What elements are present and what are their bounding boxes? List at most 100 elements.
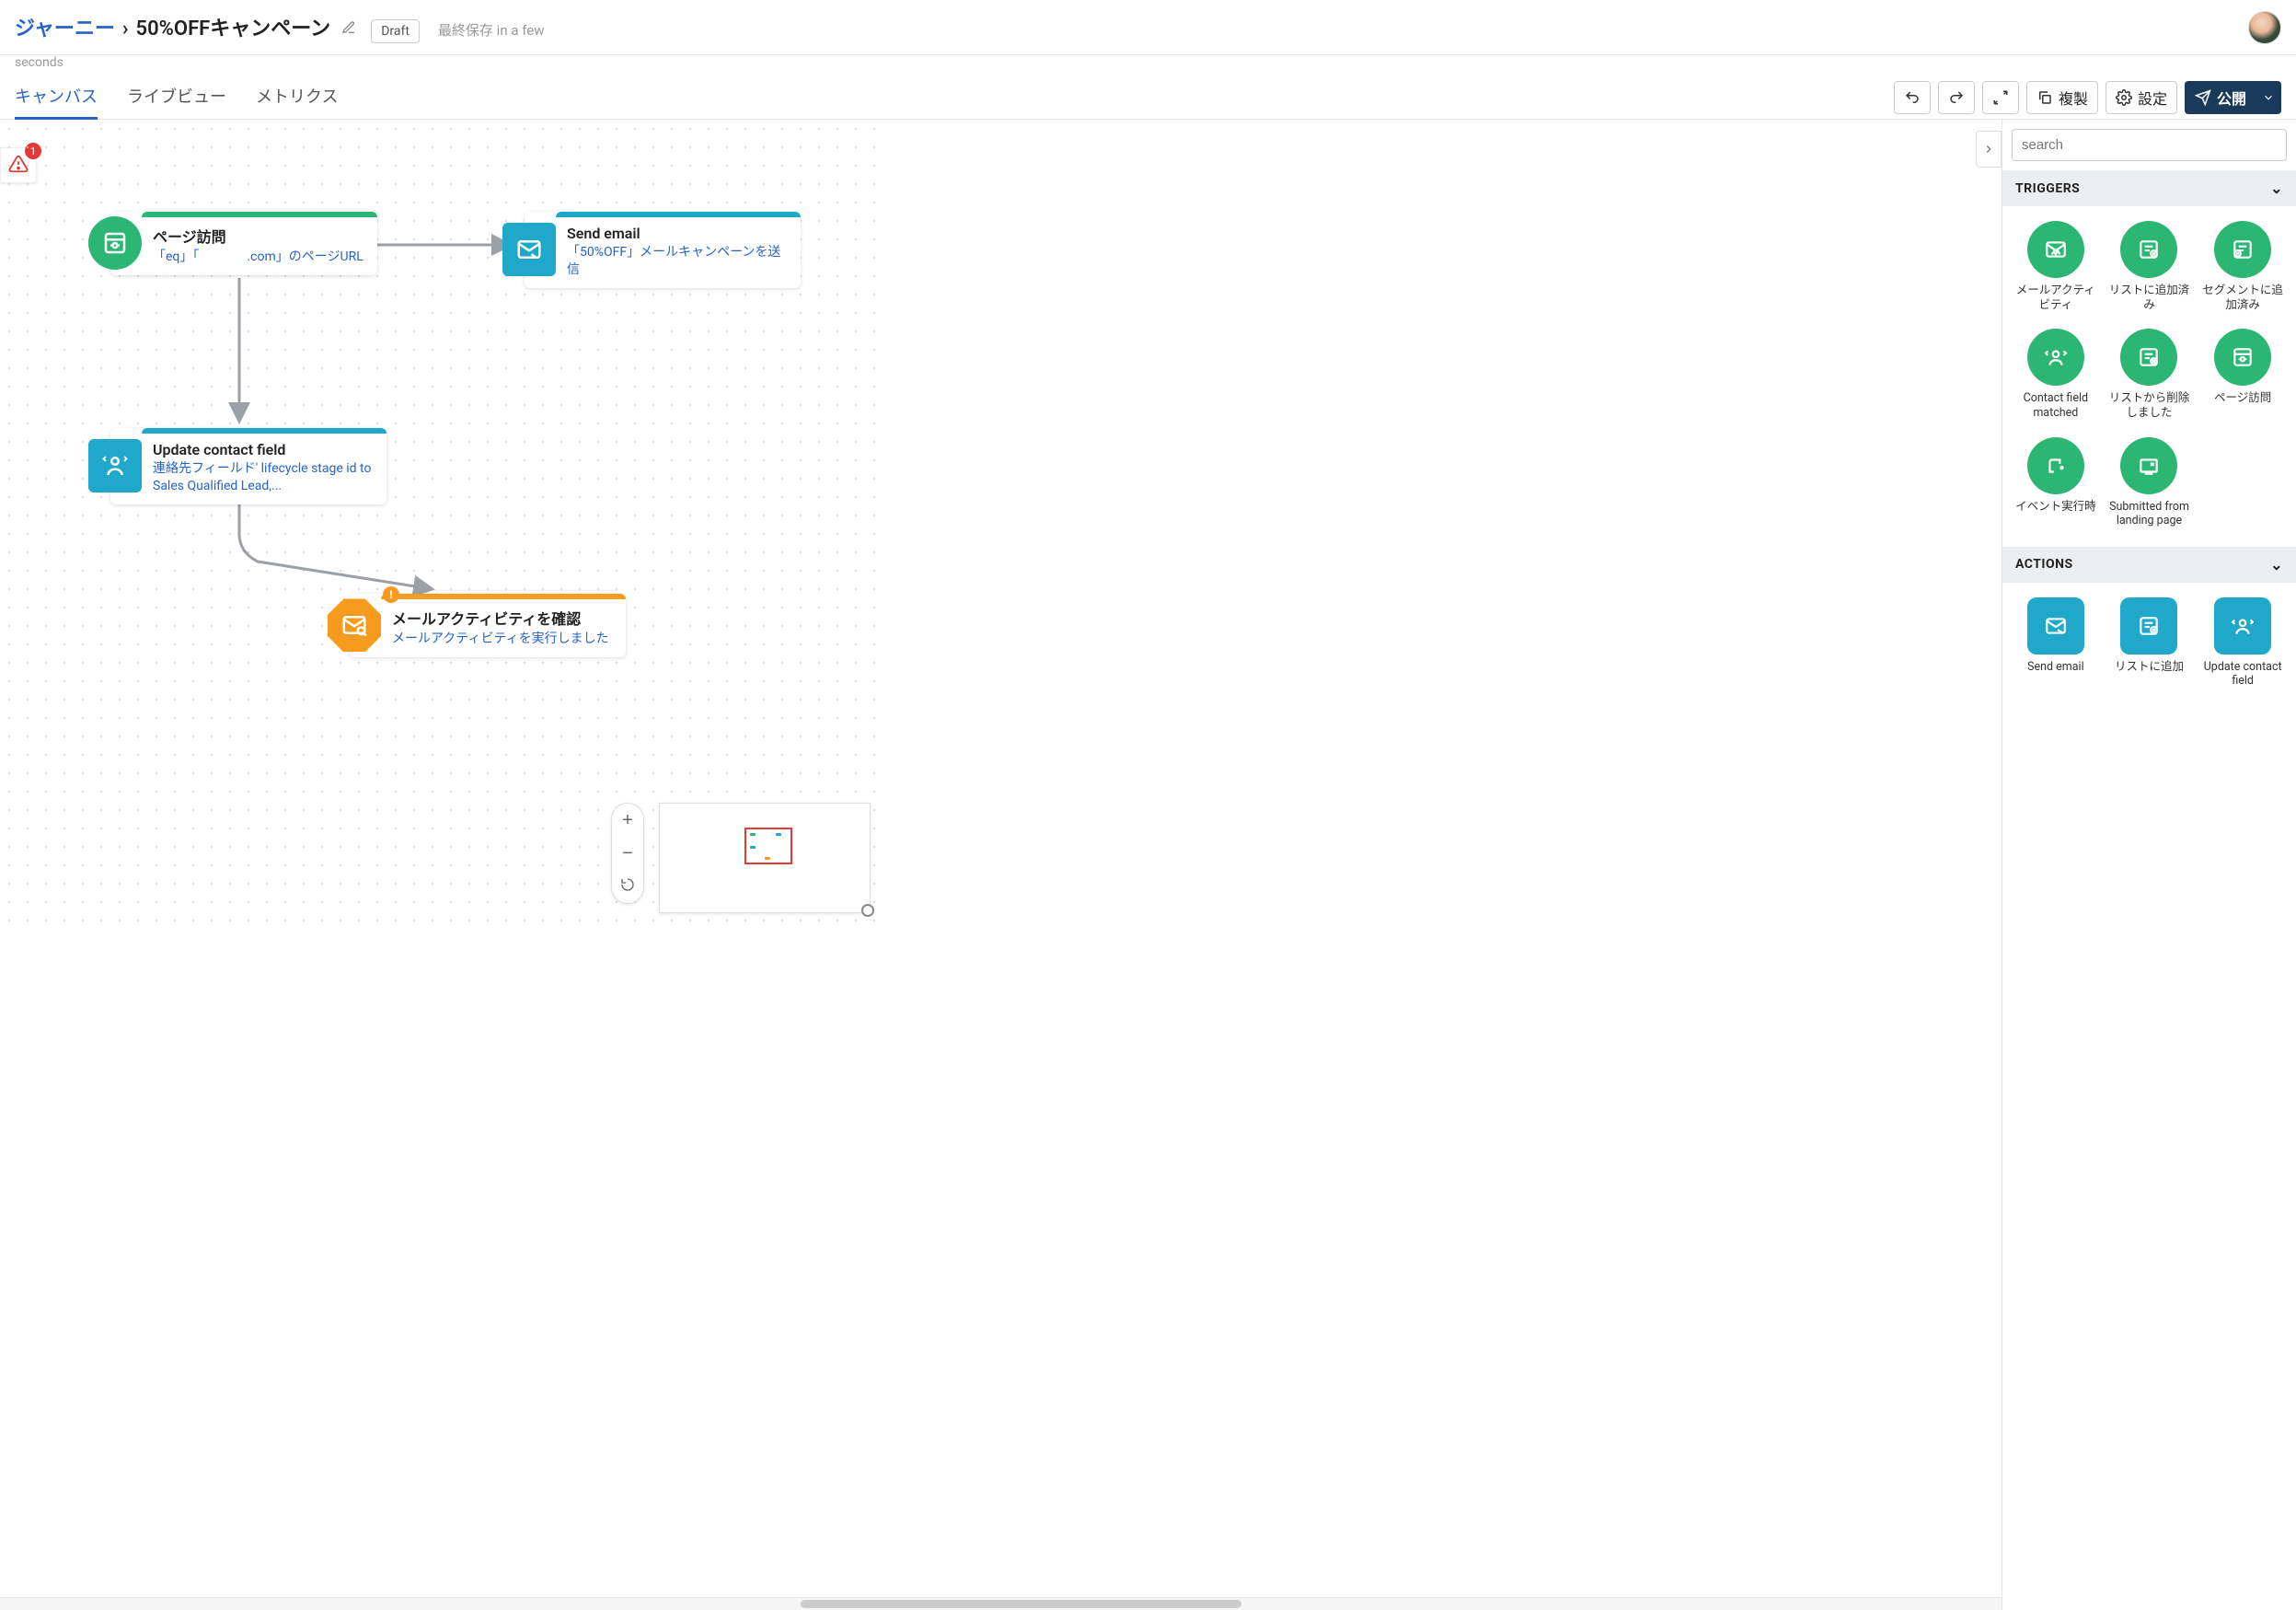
- tab-canvas[interactable]: キャンバス: [15, 75, 98, 120]
- breadcrumb-root[interactable]: ジャーニー: [15, 12, 115, 41]
- scrollbar-thumb[interactable]: [801, 1600, 1241, 1608]
- action-label: リストに追加: [2113, 660, 2186, 675]
- duplicate-label: 複製: [2059, 87, 2088, 109]
- node-title: Update contact field: [153, 441, 375, 458]
- trigger-list-removed[interactable]: リストから削除しました: [2106, 329, 2194, 420]
- duplicate-button[interactable]: 複製: [2026, 81, 2098, 114]
- trigger-label: メールアクティビティ: [2012, 284, 2100, 312]
- search-input[interactable]: [2012, 129, 2287, 161]
- settings-button[interactable]: 設定: [2106, 81, 2177, 114]
- trigger-label: イベント実行時: [2013, 500, 2098, 515]
- segment-added-icon: [2214, 221, 2271, 278]
- zoom-controls: + −: [611, 803, 644, 904]
- chevron-down-icon: ⌄: [2270, 180, 2283, 197]
- actions-section-header[interactable]: ACTIONS ⌄: [2002, 547, 2296, 583]
- palette-sidebar: TRIGGERS ⌄ メールアクティビティ リストに追加済み セグメントに追加済…: [2002, 120, 2296, 1610]
- trigger-list-added[interactable]: リストに追加済み: [2106, 221, 2194, 312]
- send-email-icon: [2027, 597, 2084, 654]
- trigger-label: リストに追加済み: [2106, 284, 2194, 312]
- node-update-contact[interactable]: Update contact field 連絡先フィールド' lifecycle…: [110, 428, 387, 504]
- zoom-out-button[interactable]: −: [611, 837, 644, 870]
- update-contact-icon: [88, 439, 142, 492]
- action-label: Send email: [2025, 660, 2086, 675]
- canvas-viewport[interactable]: 1 ページ訪問: [0, 120, 2002, 1610]
- list-added-icon: [2120, 221, 2177, 278]
- trigger-landing-page-submit[interactable]: Submitted from landing page: [2106, 437, 2194, 528]
- sidebar-toggle[interactable]: [1976, 131, 2002, 168]
- triggers-grid: メールアクティビティ リストに追加済み セグメントに追加済み Contact f…: [2002, 206, 2296, 547]
- node-mail-activity[interactable]: ! メールアクティビティを確認 メールアクティビティを実行しました: [350, 594, 626, 657]
- action-send-email[interactable]: Send email: [2012, 597, 2100, 689]
- minimap-resize-handle[interactable]: [861, 904, 874, 917]
- zoom-in-button[interactable]: +: [611, 804, 644, 837]
- edit-title-icon[interactable]: [341, 20, 356, 39]
- trigger-contact-field-matched[interactable]: Contact field matched: [2012, 329, 2100, 420]
- mail-activity-check-icon: [328, 598, 381, 652]
- node-warning-badge: !: [383, 586, 399, 603]
- list-removed-icon: [2120, 329, 2177, 386]
- trigger-event-run[interactable]: イベント実行時: [2012, 437, 2100, 528]
- trigger-label: リストから削除しました: [2106, 391, 2194, 420]
- node-subtitle: 「50%OFF」メールキャンペーンを送信: [567, 244, 790, 279]
- chevron-down-icon: ⌄: [2270, 556, 2283, 573]
- trigger-label: セグメントに追加済み: [2198, 284, 2287, 312]
- triggers-section-header[interactable]: TRIGGERS ⌄: [2002, 170, 2296, 206]
- last-saved-label: 最終保存 in a few: [438, 20, 545, 40]
- node-subtitle: 連絡先フィールド' lifecycle stage id to Sales Qu…: [153, 460, 375, 495]
- fullscreen-button[interactable]: [1982, 81, 2019, 114]
- node-title: ページ訪問: [153, 225, 366, 247]
- tabs: キャンバス ライブビュー メトリクス: [15, 75, 338, 120]
- action-update-contact[interactable]: Update contact field: [2198, 597, 2287, 689]
- send-email-icon: [502, 223, 556, 276]
- tab-metrics[interactable]: メトリクス: [256, 75, 338, 120]
- node-title: Send email: [567, 225, 790, 242]
- redo-button[interactable]: [1938, 81, 1975, 114]
- mail-activity-icon: [2027, 221, 2084, 278]
- tab-live-view[interactable]: ライブビュー: [127, 75, 226, 120]
- app-header: ジャーニー › 50%OFFキャンペーン Draft 最終保存 in a few: [0, 0, 2296, 55]
- breadcrumb-separator: ›: [122, 17, 129, 41]
- toolbar: 複製 設定 公開: [1894, 81, 2281, 114]
- page-visit-icon: [88, 216, 142, 270]
- zoom-reset-button[interactable]: [611, 870, 644, 903]
- action-list-add[interactable]: リストに追加: [2106, 597, 2194, 689]
- publish-dropdown-button[interactable]: [2256, 81, 2281, 114]
- trigger-segment-added[interactable]: セグメントに追加済み: [2198, 221, 2287, 312]
- status-badge: Draft: [371, 19, 420, 43]
- last-saved-suffix: seconds: [0, 55, 2296, 75]
- trigger-label: Contact field matched: [2012, 391, 2100, 420]
- node-send-email[interactable]: Send email 「50%OFF」メールキャンペーンを送信: [525, 212, 801, 288]
- node-title: メールアクティビティを確認: [392, 607, 615, 629]
- list-add-icon: [2120, 597, 2177, 654]
- publish-group: 公開: [2185, 81, 2281, 114]
- event-run-icon: [2027, 437, 2084, 494]
- search-wrap: [2002, 120, 2296, 170]
- contact-field-icon: [2027, 329, 2084, 386]
- landing-page-icon: [2120, 437, 2177, 494]
- minimap[interactable]: [659, 803, 871, 913]
- journey-canvas[interactable]: ページ訪問 「eq」「 .com」のページURL Send em: [0, 120, 883, 930]
- main-area: 1 ページ訪問: [0, 120, 2296, 1610]
- action-label: Update contact field: [2198, 660, 2287, 689]
- trigger-page-visit[interactable]: ページ訪問: [2198, 329, 2287, 420]
- trigger-mail-activity[interactable]: メールアクティビティ: [2012, 221, 2100, 312]
- page-title: 50%OFFキャンペーン: [136, 12, 331, 41]
- publish-button[interactable]: 公開: [2185, 81, 2256, 114]
- actions-header-label: ACTIONS: [2015, 557, 2073, 572]
- actions-grid: Send email リストに追加 Update contact field: [2002, 583, 2296, 707]
- update-contact-icon: [2214, 597, 2271, 654]
- trigger-label: ページ訪問: [2212, 391, 2273, 406]
- settings-label: 設定: [2138, 87, 2167, 109]
- node-subtitle: 「eq」「 .com」のページURL: [153, 249, 366, 266]
- tabs-row: キャンバス ライブビュー メトリクス 複製 設定 公開: [0, 75, 2296, 120]
- horizontal-scrollbar[interactable]: [0, 1597, 2002, 1610]
- triggers-header-label: TRIGGERS: [2015, 181, 2080, 196]
- breadcrumb: ジャーニー › 50%OFFキャンペーン Draft 最終保存 in a few: [15, 12, 544, 43]
- undo-button[interactable]: [1894, 81, 1931, 114]
- publish-label: 公開: [2217, 87, 2246, 109]
- avatar[interactable]: [2248, 11, 2281, 44]
- page-visit-icon: [2214, 329, 2271, 386]
- node-page-visit[interactable]: ページ訪問 「eq」「 .com」のページURL: [110, 212, 377, 275]
- node-subtitle: メールアクティビティを実行しました: [392, 631, 615, 648]
- trigger-label: Submitted from landing page: [2106, 500, 2194, 528]
